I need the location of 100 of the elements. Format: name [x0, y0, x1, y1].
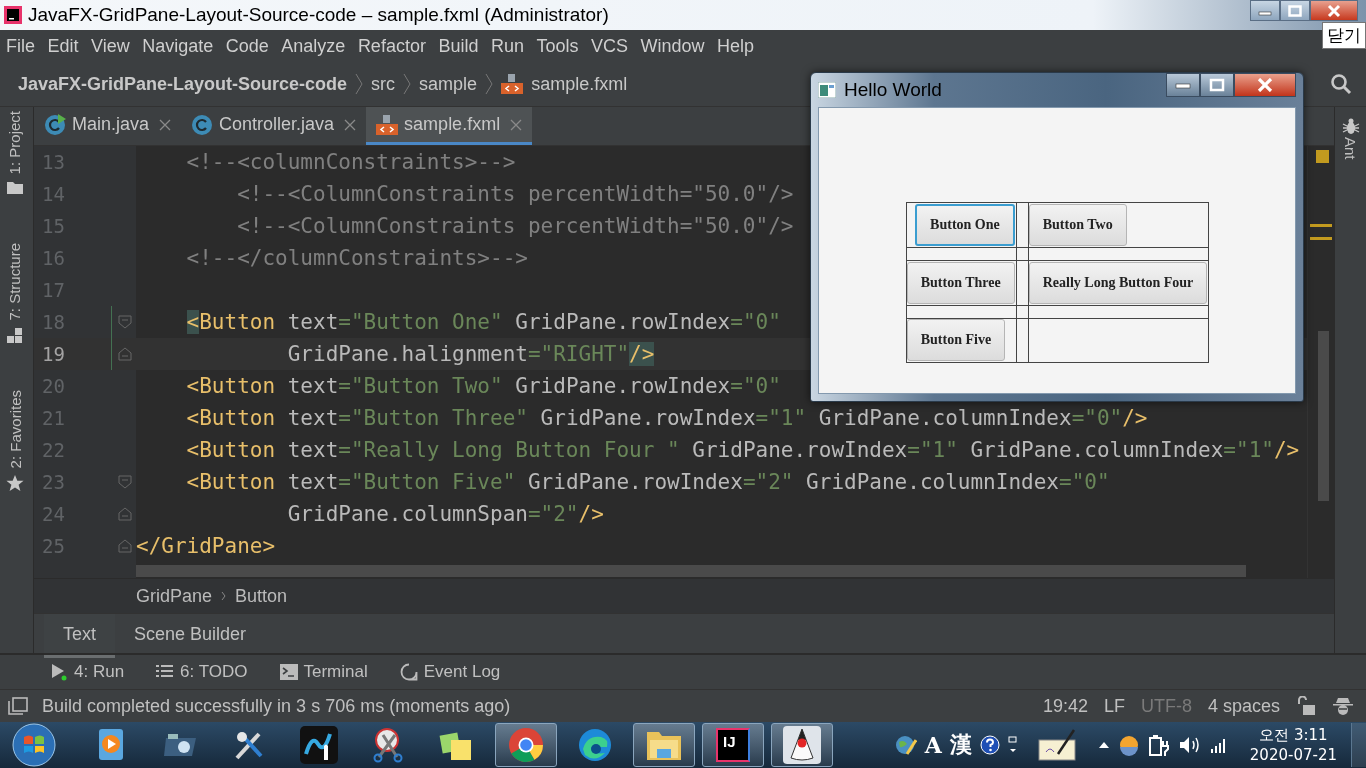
maximize-button[interactable]: [1280, 0, 1310, 21]
pen-tablet-icon[interactable]: [1037, 728, 1078, 762]
warning-marker[interactable]: [1316, 150, 1329, 163]
close-button[interactable]: [1310, 0, 1358, 21]
menu-item[interactable]: Code: [225, 35, 269, 57]
clock-time[interactable]: 오전 3:11: [1259, 725, 1328, 745]
code-token: Button: [199, 310, 276, 334]
menu-item[interactable]: Run: [490, 35, 524, 57]
taskbar-button[interactable]: [495, 723, 557, 767]
menu-item[interactable]: Edit: [47, 35, 79, 57]
status-item[interactable]: LF: [1103, 695, 1125, 717]
code-token: GridPane.columnIndex: [970, 438, 1224, 462]
menu-item[interactable]: File: [6, 35, 35, 57]
signal-icon[interactable]: [1209, 736, 1228, 754]
globe-icon[interactable]: [894, 734, 917, 756]
app-logo: IJ: [716, 728, 750, 762]
weather-icon[interactable]: [1117, 734, 1140, 756]
chevron-icon: [221, 591, 227, 601]
warning-marker[interactable]: [1310, 224, 1332, 227]
tool-window-button[interactable]: 4: Run: [50, 662, 125, 682]
code-token: GridPane.rowIndex: [515, 310, 731, 334]
breadcrumb-item[interactable]: GridPane: [136, 585, 213, 607]
panel-toggle-icon[interactable]: [8, 697, 28, 715]
class-icon: [44, 113, 66, 136]
tool-window-button[interactable]: Terminal: [279, 662, 368, 682]
project-breadcrumb[interactable]: JavaFX-GridPane-Layout-Source-code: [18, 73, 348, 95]
status-item[interactable]: 19:42: [1042, 695, 1088, 717]
folder-breadcrumb[interactable]: src: [371, 73, 396, 95]
maximize-icon: [1288, 4, 1302, 17]
restore-icon[interactable]: [1007, 735, 1018, 755]
app-button[interactable]: Really Long Button Four: [1028, 261, 1208, 304]
menu-item[interactable]: View: [91, 35, 130, 57]
menu-item[interactable]: Navigate: [142, 35, 214, 57]
code-token: <!--<ColumnConstraints percentWidth="50.0"/>: [237, 182, 794, 206]
maximize-icon: [1209, 78, 1225, 92]
code-token: GridPane.rowIndex: [692, 438, 908, 462]
inspector-icon[interactable]: [1332, 696, 1354, 716]
menu-item[interactable]: Refactor: [357, 35, 426, 57]
taskbar-button[interactable]: [771, 723, 833, 767]
app-button[interactable]: Button Three: [906, 261, 1015, 304]
folder-icon: [6, 180, 23, 195]
maximize-button[interactable]: [1200, 73, 1234, 97]
tool-window-tab[interactable]: Ant: [1335, 117, 1366, 160]
menu-item[interactable]: Analyze: [281, 35, 346, 57]
menu-item[interactable]: Help: [717, 35, 755, 57]
input-mode-indicator[interactable]: 漢: [949, 730, 972, 760]
app-button[interactable]: Button One: [915, 203, 1015, 246]
tool-window-tab[interactable]: 1: Project: [6, 111, 23, 195]
close-icon[interactable]: [344, 118, 357, 131]
file-breadcrumb[interactable]: sample.fxml: [531, 73, 628, 95]
close-icon: [1326, 3, 1342, 18]
editor-mode-tab[interactable]: Scene Builder: [115, 614, 266, 658]
code-token: ="2": [527, 502, 579, 526]
clock-date[interactable]: 2020-07-21: [1249, 745, 1337, 765]
status-item[interactable]: 4 spaces: [1207, 695, 1280, 717]
code-token: ="Button One": [338, 310, 503, 334]
menu-item[interactable]: VCS: [591, 35, 628, 57]
input-mode-indicator[interactable]: A: [924, 732, 942, 758]
start-button[interactable]: [12, 723, 56, 767]
vertical-scrollbar[interactable]: [1318, 331, 1329, 501]
close-icon[interactable]: [159, 118, 172, 131]
app-button[interactable]: Button Two: [1028, 203, 1127, 246]
breadcrumb-item[interactable]: Button: [235, 585, 288, 607]
tool-window-button[interactable]: 6: TODO: [156, 662, 248, 682]
help-icon[interactable]: [979, 735, 1000, 755]
horizontal-scrollbar[interactable]: [136, 565, 1246, 577]
menu-item[interactable]: Tools: [536, 35, 579, 57]
unlock-icon[interactable]: [1296, 696, 1316, 716]
code-token: text: [287, 406, 339, 430]
run-icon: [50, 663, 68, 681]
speech-bubble-icon: [399, 663, 418, 681]
battery-icon[interactable]: [1147, 733, 1170, 757]
app-button[interactable]: Button Five: [906, 319, 1006, 361]
file-tab[interactable]: Controller.java: [181, 107, 367, 145]
tool-window-tab[interactable]: 2: Favorites: [6, 390, 24, 493]
folder-breadcrumb[interactable]: sample: [419, 73, 478, 95]
menu-item[interactable]: Build: [438, 35, 479, 57]
file-code-icon: [376, 114, 399, 135]
tool-window-tab[interactable]: 7: Structure: [6, 243, 23, 343]
minimize-button[interactable]: [1166, 73, 1200, 97]
search-icon[interactable]: [1330, 73, 1352, 95]
code-token: GridPane.rowIndex: [515, 374, 731, 398]
code-token: GridPane.rowIndex: [527, 470, 743, 494]
app-logo-icon: [4, 6, 22, 24]
code-token: GridPane.rowIndex: [540, 406, 756, 430]
close-icon: [1256, 78, 1274, 92]
code-token: text: [287, 470, 339, 494]
taskbar-button[interactable]: IJ: [702, 723, 764, 767]
show-hidden-icons-icon[interactable]: [1097, 741, 1110, 749]
file-tab[interactable]: Main.java: [34, 107, 182, 145]
file-tab[interactable]: sample.fxml: [366, 107, 533, 145]
warning-marker[interactable]: [1310, 237, 1332, 240]
tool-window-button[interactable]: Event Log: [399, 662, 501, 682]
close-button[interactable]: [1234, 73, 1296, 97]
chevron-icon: [355, 73, 364, 95]
code-token: />: [1122, 406, 1148, 430]
line-number: 19: [42, 343, 65, 365]
menu-item[interactable]: Window: [640, 35, 705, 57]
code-token: GridPane.columnIndex: [806, 470, 1059, 494]
taskbar-button[interactable]: [633, 723, 695, 767]
